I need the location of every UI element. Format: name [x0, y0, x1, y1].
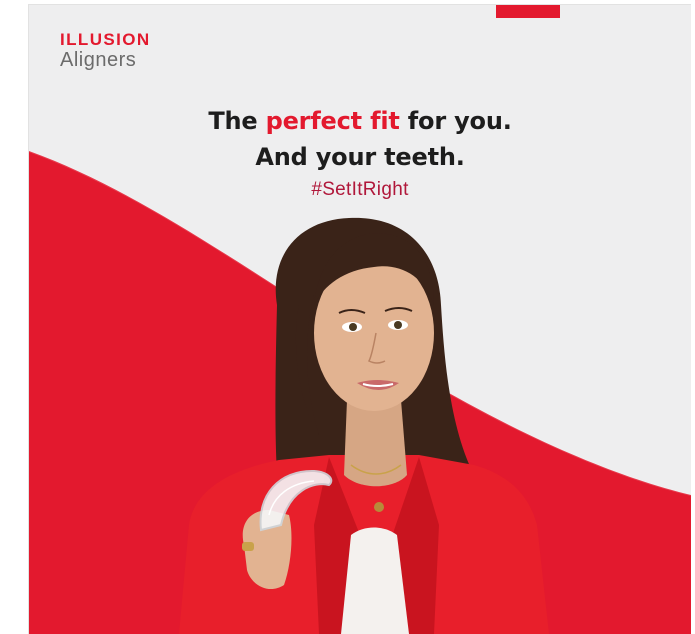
headline-line-2: And your teeth.	[29, 139, 691, 175]
background-artwork	[29, 5, 691, 634]
top-accent-bar	[496, 5, 560, 18]
brand-logo: ILLUSION Aligners	[60, 30, 151, 71]
headline-part1: The	[208, 107, 265, 135]
headline-part2: for you.	[400, 107, 512, 135]
headline-line-1: The perfect fit for you.	[29, 103, 691, 139]
hashtag: #SetItRight	[29, 179, 691, 201]
headline-highlight: perfect fit	[266, 107, 400, 135]
headline: The perfect fit for you. And your teeth.	[29, 103, 691, 175]
brand-subname: Aligners	[60, 49, 151, 71]
ad-card: ILLUSION Aligners The perfect fit for yo…	[28, 4, 691, 634]
brand-name: ILLUSION	[60, 30, 151, 49]
